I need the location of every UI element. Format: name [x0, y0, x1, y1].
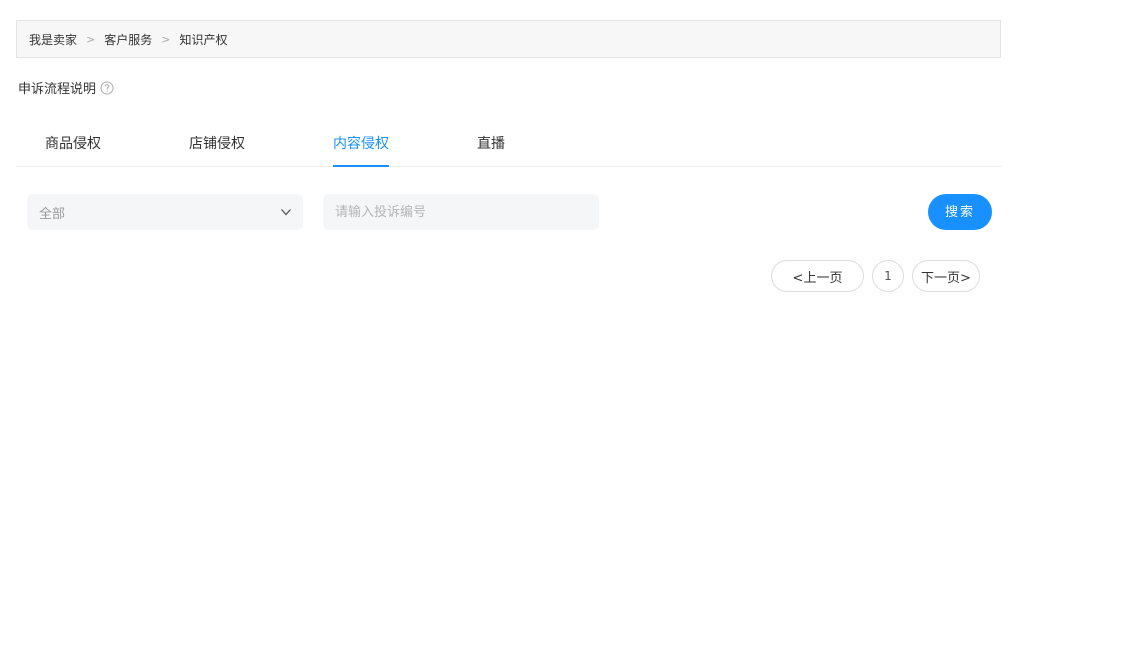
page-number-1[interactable]: 1 [872, 260, 904, 292]
breadcrumb-item-intellectual-property: 知识产权 [179, 32, 228, 47]
tab-store-infringement[interactable]: 店铺侵权 [189, 126, 245, 167]
breadcrumb: 我是卖家 > 客户服务 > 知识产权 [16, 20, 1001, 58]
tab-content-infringement[interactable]: 内容侵权 [333, 126, 389, 167]
status-select-value: 全部 [39, 206, 66, 222]
page: 我是卖家 > 客户服务 > 知识产权 申诉流程说明 商品侵权 店铺侵权 内容侵权… [0, 0, 1126, 671]
search-button[interactable]: 搜索 [928, 194, 992, 230]
appeal-process-label: 申诉流程说明 [18, 82, 97, 97]
tab-product-infringement[interactable]: 商品侵权 [45, 126, 101, 167]
prev-page-button[interactable]: <上一页 [771, 260, 864, 292]
breadcrumb-item-customer-service[interactable]: 客户服务 [104, 31, 152, 48]
complaint-number-input[interactable] [323, 194, 599, 230]
appeal-process-link[interactable]: 申诉流程说明 [18, 78, 114, 97]
complaint-type-tabs: 商品侵权 店铺侵权 内容侵权 直播 [16, 126, 1002, 167]
breadcrumb-separator: > [86, 32, 96, 46]
next-page-button[interactable]: 下一页> [912, 260, 980, 292]
breadcrumb-item-seller[interactable]: 我是卖家 [29, 31, 77, 48]
tab-live-stream[interactable]: 直播 [477, 126, 505, 167]
help-circle-icon[interactable] [100, 81, 114, 95]
status-select[interactable]: 全部 [27, 194, 303, 230]
chevron-down-icon [281, 209, 291, 216]
breadcrumb-separator: > [161, 32, 171, 46]
